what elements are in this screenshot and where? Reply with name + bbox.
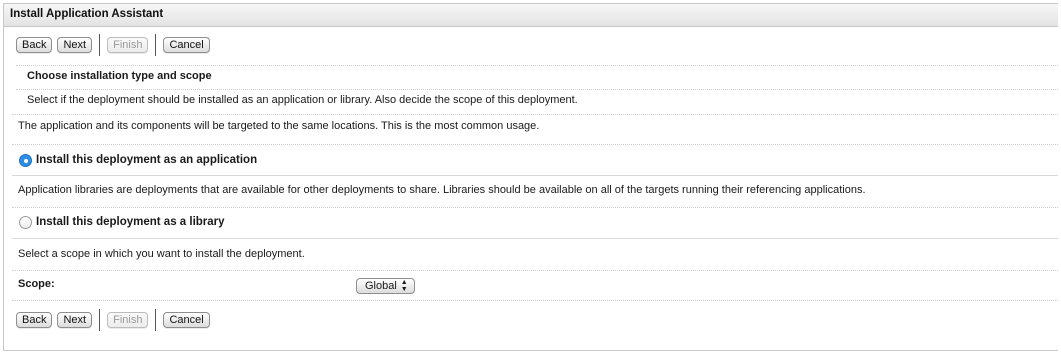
- divider: [16, 65, 1058, 66]
- scope-label: Scope:: [18, 278, 55, 290]
- window-title: Install Application Assistant: [4, 4, 1058, 27]
- bottom-toolbar: Back Next Finish Cancel: [16, 308, 215, 332]
- toolbar-separator: [99, 34, 101, 56]
- finish-button[interactable]: Finish: [107, 312, 149, 328]
- assistant-frame: Install Application Assistant Back Next …: [3, 3, 1058, 351]
- divider: [12, 114, 1058, 115]
- finish-button[interactable]: Finish: [107, 37, 149, 53]
- scope-select[interactable]: Global ▲ ▼: [356, 278, 415, 294]
- divider: [12, 238, 1058, 239]
- back-button[interactable]: Back: [16, 312, 53, 328]
- scope-description: Select a scope in which you want to inst…: [18, 248, 305, 260]
- chevron-updown-icon: ▲ ▼: [400, 279, 408, 293]
- library-description: Application libraries are deployments th…: [18, 184, 866, 196]
- divider: [12, 300, 1058, 301]
- cancel-button[interactable]: Cancel: [163, 37, 210, 53]
- application-radio[interactable]: [19, 154, 32, 167]
- toolbar-separator: [155, 34, 157, 56]
- section-heading: Choose installation type and scope: [27, 70, 212, 82]
- toolbar-separator: [155, 309, 157, 331]
- toolbar-separator: [99, 309, 101, 331]
- next-button[interactable]: Next: [57, 312, 93, 328]
- next-button[interactable]: Next: [57, 37, 93, 53]
- top-toolbar: Back Next Finish Cancel: [16, 33, 215, 57]
- application-radio-label[interactable]: Install this deployment as an applicatio…: [36, 154, 257, 166]
- divider: [12, 207, 1058, 208]
- cancel-button[interactable]: Cancel: [163, 312, 210, 328]
- divider: [12, 175, 1058, 176]
- application-description: The application and its components will …: [18, 120, 540, 132]
- scope-select-value: Global: [365, 280, 397, 292]
- library-radio[interactable]: [19, 216, 32, 229]
- library-radio-label[interactable]: Install this deployment as a library: [36, 216, 225, 228]
- divider: [12, 144, 1058, 145]
- back-button[interactable]: Back: [16, 37, 53, 53]
- divider: [12, 270, 1058, 271]
- section-description: Select if the deployment should be insta…: [27, 94, 578, 106]
- divider: [16, 89, 1058, 90]
